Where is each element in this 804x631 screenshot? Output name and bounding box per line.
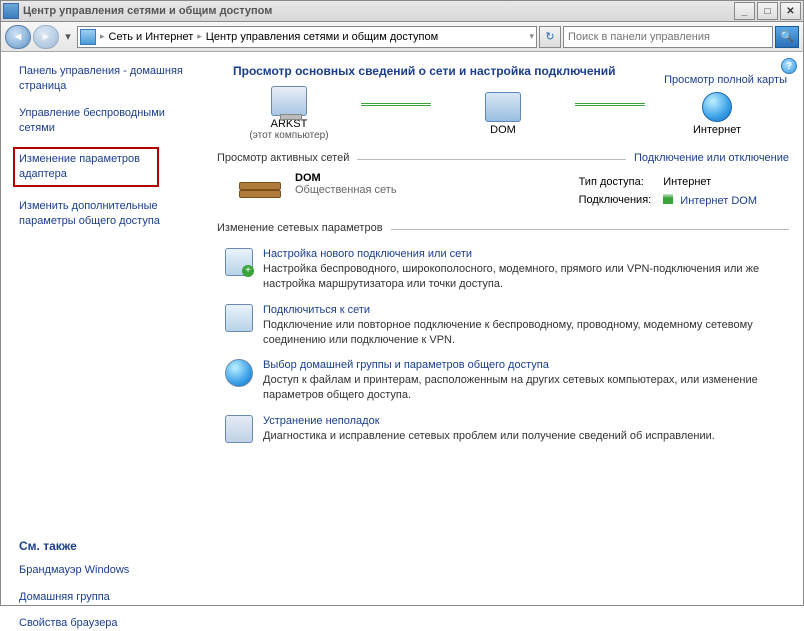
breadcrumb-2[interactable]: Центр управления сетями и общим доступом xyxy=(206,31,438,43)
task-homegroup: Выбор домашней группы и параметров общег… xyxy=(225,359,789,403)
chevron-icon: ▸ xyxy=(197,31,202,42)
window-title: Центр управления сетями и общим доступом xyxy=(23,5,732,17)
sidebar-link-sharing[interactable]: Изменить дополнительные параметры общего… xyxy=(19,199,199,229)
task-desc: Доступ к файлам и принтерам, расположенн… xyxy=(263,373,789,403)
map-node-this-pc[interactable]: ARKST (этот компьютер) xyxy=(229,86,349,141)
search-box[interactable] xyxy=(563,26,773,48)
computer-icon xyxy=(271,86,307,116)
map-node-sublabel: (этот компьютер) xyxy=(229,130,349,141)
task-desc: Подключение или повторное подключение к … xyxy=(263,318,789,348)
breadcrumb-1[interactable]: Сеть и Интернет xyxy=(109,31,194,43)
see-also-homegroup[interactable]: Домашняя группа xyxy=(19,590,199,605)
maximize-button[interactable]: □ xyxy=(757,2,778,20)
search-button[interactable]: 🔍 xyxy=(775,26,799,48)
active-networks-group: Просмотр активных сетей Подключение или … xyxy=(217,159,789,211)
task-new-connection: Настройка нового подключения или сети На… xyxy=(225,248,789,292)
close-button[interactable]: ✕ xyxy=(780,2,801,20)
minimize-button[interactable]: _ xyxy=(734,2,755,20)
connect-network-icon xyxy=(225,304,253,332)
task-connect-network: Подключиться к сети Подключение или повт… xyxy=(225,304,789,348)
connections-label: Подключения: xyxy=(579,192,662,209)
access-type-value: Интернет xyxy=(663,174,767,190)
chevron-icon: ▸ xyxy=(100,31,105,42)
map-node-internet[interactable]: Интернет xyxy=(657,92,777,136)
network-icon xyxy=(80,29,96,45)
bench-icon xyxy=(237,176,281,206)
search-input[interactable] xyxy=(564,31,772,43)
see-also-browser[interactable]: Свойства браузера xyxy=(19,616,199,631)
history-dropdown[interactable]: ▾ xyxy=(61,26,75,48)
sidebar: Панель управления - домашняя страница Уп… xyxy=(1,52,209,605)
troubleshoot-icon xyxy=(225,415,253,443)
app-icon xyxy=(3,3,19,19)
signal-icon xyxy=(663,194,673,204)
connection-line xyxy=(575,103,645,106)
task-title-link[interactable]: Подключиться к сети xyxy=(263,304,789,316)
network-name: DOM xyxy=(295,172,397,184)
full-map-link[interactable]: Просмотр полной карты xyxy=(664,74,787,86)
map-node-label: DOM xyxy=(443,124,563,136)
back-button[interactable]: ◄ xyxy=(5,25,31,49)
map-node-label: Интернет xyxy=(657,124,777,136)
connect-disconnect-link[interactable]: Подключение или отключение xyxy=(626,152,789,164)
map-node-network[interactable]: DOM xyxy=(443,92,563,136)
sidebar-link-home[interactable]: Панель управления - домашняя страница xyxy=(19,64,199,94)
task-desc: Диагностика и исправление сетевых пробле… xyxy=(263,429,715,444)
change-settings-group: Изменение сетевых параметров Настройка н… xyxy=(217,229,789,444)
connection-link[interactable]: Интернет DOM xyxy=(680,195,757,207)
sidebar-link-wireless[interactable]: Управление беспроводными сетями xyxy=(19,106,199,136)
connection-line xyxy=(361,103,431,106)
navbar: ◄ ► ▾ ▸ Сеть и Интернет ▸ Центр управлен… xyxy=(0,22,804,52)
task-troubleshoot: Устранение неполадок Диагностика и испра… xyxy=(225,415,789,444)
network-map: ARKST (этот компьютер) DOM Интернет xyxy=(217,86,789,141)
chevron-down-icon[interactable]: ▾ xyxy=(529,31,534,42)
task-title-link[interactable]: Устранение неполадок xyxy=(263,415,715,427)
globe-icon xyxy=(702,92,732,122)
address-bar[interactable]: ▸ Сеть и Интернет ▸ Центр управления сет… xyxy=(77,26,537,48)
network-details-table: Тип доступа: Интернет Подключения: Интер… xyxy=(577,172,769,211)
network-category: Общественная сеть xyxy=(295,184,397,196)
see-also-firewall[interactable]: Брандмауэр Windows xyxy=(19,563,199,578)
task-title-link[interactable]: Настройка нового подключения или сети xyxy=(263,248,789,260)
homegroup-icon xyxy=(225,359,253,387)
access-type-label: Тип доступа: xyxy=(579,174,662,190)
titlebar: Центр управления сетями и общим доступом… xyxy=(0,0,804,22)
sidebar-link-adapter-settings[interactable]: Изменение параметров адаптера xyxy=(13,147,159,187)
network-device-icon xyxy=(485,92,521,122)
task-title-link[interactable]: Выбор домашней группы и параметров общег… xyxy=(263,359,789,371)
group-legend: Изменение сетевых параметров xyxy=(217,222,391,234)
forward-button[interactable]: ► xyxy=(33,25,59,49)
new-connection-icon xyxy=(225,248,253,276)
refresh-button[interactable]: ↻ xyxy=(539,26,561,48)
see-also-header: См. также xyxy=(19,539,199,553)
main-panel: ? Просмотр основных сведений о сети и на… xyxy=(209,52,803,605)
task-desc: Настройка беспроводного, широкополосного… xyxy=(263,262,789,292)
help-icon[interactable]: ? xyxy=(781,58,797,74)
group-legend: Просмотр активных сетей xyxy=(217,152,357,164)
